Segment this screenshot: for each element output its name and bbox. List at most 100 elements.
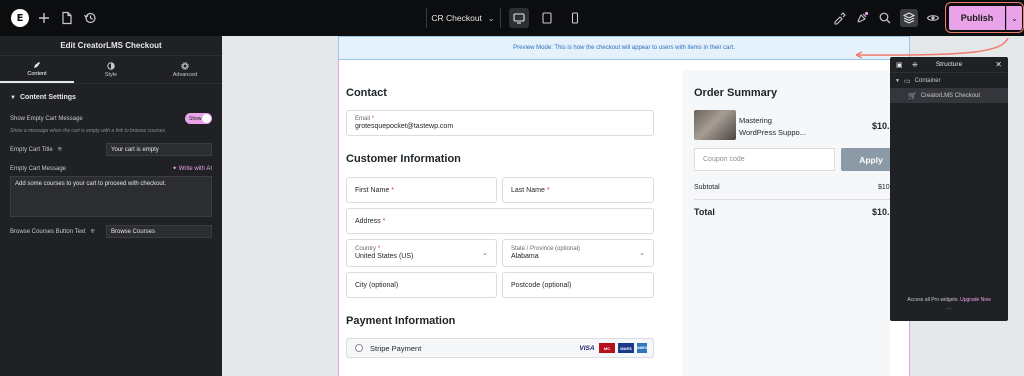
course-thumbnail — [694, 110, 736, 140]
half-circle-icon — [107, 61, 115, 70]
preview-mode-banner: Preview Mode: This is how the checkout w… — [338, 36, 910, 60]
structure-item-checkout-widget[interactable]: 🛒 CreatorLMS Checkout — [890, 88, 1008, 103]
empty-cart-title-input[interactable]: Your cart is empty — [106, 143, 212, 156]
tab-style[interactable]: Style — [74, 56, 148, 83]
write-with-ai-button[interactable]: ✦ Write with AI — [172, 165, 212, 172]
subtotal-label: Subtotal — [694, 184, 720, 191]
coupon-input[interactable]: Coupon code — [694, 148, 835, 171]
field-label: Email — [355, 116, 371, 122]
payment-heading: Payment Information — [346, 315, 456, 327]
add-element-icon[interactable] — [35, 9, 53, 27]
country-value: United States (US) — [355, 253, 414, 260]
panel-title: Edit CreatorLMS Checkout — [0, 36, 222, 56]
page-name: CR Checkout — [431, 13, 482, 23]
country-select[interactable]: Country * United States (US) ⌄ — [346, 239, 497, 267]
tab-content[interactable]: Content — [0, 56, 74, 83]
total-value: $10. — [872, 207, 890, 217]
structure-item-label: CreatorLMS Checkout — [920, 92, 981, 99]
control-label-text: Empty Cart Title — [10, 147, 53, 153]
field-label: Country — [355, 246, 377, 252]
caret-down-icon[interactable]: ▼ — [895, 78, 900, 84]
mobile-view-icon[interactable] — [565, 8, 585, 28]
elementor-logo-icon[interactable]: E — [11, 9, 29, 27]
structure-item-label: Container — [914, 77, 941, 84]
upgrade-link[interactable]: Upgrade Now — [960, 297, 991, 303]
site-settings-icon[interactable] — [830, 9, 848, 27]
upgrade-footer: Access all Pro widgets. Upgrade Now ... — [890, 297, 1008, 311]
footer-dots: ... — [946, 305, 952, 311]
gear-icon — [181, 61, 189, 70]
pencil-icon — [34, 61, 40, 68]
toggle-label: Show — [189, 115, 202, 122]
amex-icon: AMEX — [637, 343, 647, 353]
structure-title: Structure — [935, 61, 963, 68]
last-name-field[interactable]: Last Name * — [502, 177, 654, 203]
postcode-field[interactable]: Postcode (optional) — [502, 272, 654, 298]
show-empty-cart-row: Show Empty Cart Message Show — [10, 113, 212, 124]
payment-method-option[interactable]: Stripe Payment VISA MC MAES AMEX — [346, 338, 654, 358]
state-value: Alabama — [511, 253, 539, 260]
preview-eye-icon[interactable] — [924, 9, 942, 27]
contact-heading: Contact — [346, 87, 387, 99]
page-settings-icon[interactable] — [58, 9, 76, 27]
container-icon: ▭ — [903, 77, 911, 85]
course-title: Mastering WordPress Suppo... — [739, 115, 806, 139]
structure-item-container[interactable]: ▼ ▭ Container — [890, 73, 1008, 88]
history-icon[interactable] — [81, 9, 99, 27]
city-field[interactable]: City (optional) — [346, 272, 497, 298]
required-mark: * — [546, 186, 550, 194]
browse-button-text-input[interactable]: Browse Courses — [106, 225, 212, 238]
customer-info-heading: Customer Information — [346, 153, 461, 165]
first-name-field[interactable]: First Name * — [346, 177, 497, 203]
card-brands: VISA MC MAES AMEX — [578, 343, 647, 353]
email-field[interactable]: Email * grotesquepocket@tastewp.com — [346, 110, 654, 136]
dynamic-tags-icon[interactable]: ⁜ — [57, 147, 62, 153]
tab-label: Advanced — [172, 71, 198, 78]
write-ai-label: Write with AI — [178, 166, 212, 172]
email-value: grotesquepocket@tastewp.com — [355, 123, 454, 130]
address-field[interactable]: Address * — [346, 208, 654, 234]
visa-card-icon: VISA — [579, 344, 595, 352]
close-icon[interactable]: ✕ — [995, 60, 1002, 69]
divider — [694, 199, 902, 200]
course-price: $10. — [872, 121, 890, 131]
divider — [426, 8, 427, 28]
required-mark: * — [391, 186, 394, 194]
drag-handle-icon[interactable]: ⁜ — [912, 61, 918, 69]
field-label: Postcode (optional) — [511, 281, 572, 289]
control-label: Empty Cart Message — [10, 165, 67, 172]
course-title-line: Mastering — [739, 116, 772, 125]
tab-label: Content — [27, 70, 47, 77]
payment-radio[interactable] — [355, 344, 363, 352]
page-selector[interactable]: CR Checkout ⌄ — [428, 8, 498, 28]
footer-text: Access all Pro widgets. — [907, 297, 959, 303]
empty-cart-message-textarea[interactable]: Add some courses to your cart to proceed… — [10, 176, 212, 217]
sparkle-icon: ✦ — [172, 166, 178, 172]
section-toggle[interactable]: ▼ Content Settings — [10, 94, 212, 101]
search-icon[interactable] — [876, 9, 894, 27]
mastercard-icon: MC — [599, 343, 615, 353]
subtotal-value: $10 — [878, 184, 890, 191]
required-mark: * — [377, 246, 381, 252]
show-empty-toggle[interactable]: Show — [185, 113, 212, 124]
desktop-view-icon[interactable] — [509, 8, 529, 28]
divider — [500, 8, 501, 28]
empty-cart-title-row: Empty Cart Title ⁜ Your cart is empty — [10, 143, 212, 156]
top-bar: E CR Checkout ⌄ Publish ⌄ — [0, 0, 1024, 36]
notifications-icon[interactable] — [853, 9, 871, 27]
tablet-view-icon[interactable] — [537, 8, 557, 28]
structure-header: ▣ ⁜ Structure ✕ — [890, 57, 1008, 73]
annotation-highlight — [945, 2, 1024, 33]
help-text: Show a message when the cart is empty wi… — [10, 128, 166, 134]
dynamic-tags-icon[interactable]: ⁜ — [90, 229, 95, 235]
control-label: Show Empty Cart Message — [10, 115, 83, 122]
state-select[interactable]: State / Province (optional) Alabama ⌄ — [502, 239, 654, 267]
tab-advanced[interactable]: Advanced — [148, 56, 222, 83]
structure-layers-icon[interactable] — [900, 9, 918, 27]
structure-panel: ▣ ⁜ Structure ✕ ▼ ▭ Container 🛒 CreatorL… — [890, 57, 1008, 321]
editor-window: E CR Checkout ⌄ Publish ⌄ Edit CreatorLM… — [0, 0, 1024, 376]
payment-method-label: Stripe Payment — [370, 343, 422, 353]
content-settings-section: ▼ Content Settings Show Empty Cart Messa… — [0, 84, 222, 238]
control-label: Empty Cart Title ⁜ — [10, 146, 62, 153]
dock-icon[interactable]: ▣ — [896, 61, 903, 69]
